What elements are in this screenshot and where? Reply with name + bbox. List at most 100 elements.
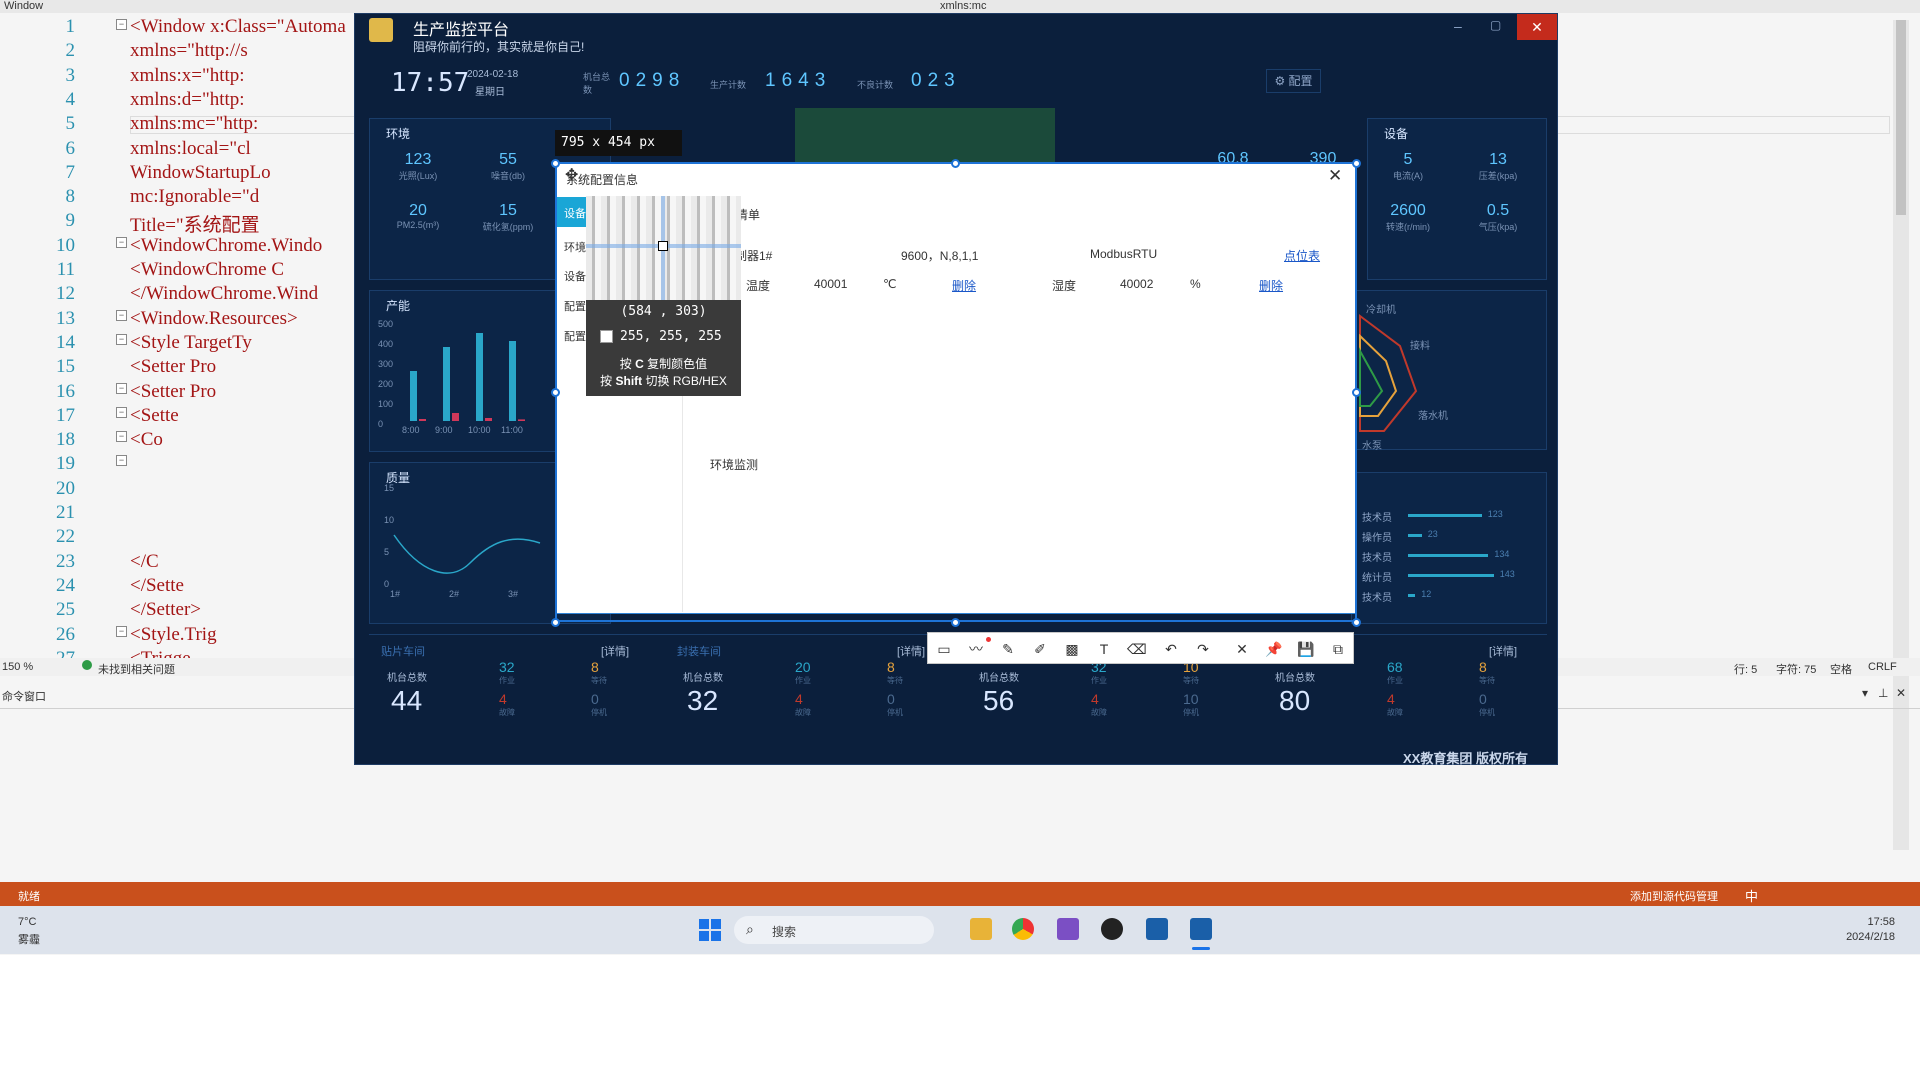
app-window-icon[interactable]: [1146, 918, 1168, 940]
rect-tool-icon[interactable]: ▭: [935, 640, 953, 658]
resize-handle[interactable]: [951, 159, 960, 168]
fold-toggle[interactable]: −: [116, 383, 127, 394]
code-line[interactable]: <Setter Pro: [130, 381, 216, 403]
point-table-link[interactable]: 点位表: [1284, 247, 1320, 264]
device-stat-air-pressure: 0.5 气压(kpa): [1478, 202, 1518, 232]
dialog-tab[interactable]: 环境: [564, 239, 586, 255]
editor-tab[interactable]: xmlns:mc: [940, 0, 986, 12]
code-line[interactable]: <WindowChrome.Windo: [130, 235, 322, 257]
command-window-title[interactable]: 命令窗口: [2, 688, 46, 704]
resize-handle[interactable]: [551, 159, 560, 168]
code-line[interactable]: <Window.Resources>: [130, 308, 298, 330]
code-line[interactable]: xmlns:mc="http:: [130, 113, 258, 135]
file-explorer-icon[interactable]: [970, 918, 992, 940]
app-window-active-icon[interactable]: [1190, 918, 1212, 940]
config-button[interactable]: ⚙ 配置: [1266, 69, 1321, 93]
fold-toggle[interactable]: −: [116, 407, 127, 418]
resize-handle[interactable]: [1352, 388, 1361, 397]
delete-point-link[interactable]: 删除: [1259, 277, 1283, 294]
start-icon[interactable]: [699, 919, 721, 941]
marker-tool-icon[interactable]: ✐: [1031, 640, 1049, 658]
workshop-detail-link[interactable]: [详情]: [897, 643, 925, 659]
line-number: 14: [56, 331, 75, 353]
pin-screenshot-icon[interactable]: 📌: [1265, 640, 1283, 658]
fold-toggle[interactable]: −: [116, 431, 127, 442]
resize-handle[interactable]: [951, 618, 960, 627]
weather-temp[interactable]: 7°C: [18, 916, 36, 928]
fold-toggle[interactable]: −: [116, 237, 127, 248]
qq-icon[interactable]: [1101, 918, 1123, 940]
code-line[interactable]: <WindowChrome C: [130, 259, 284, 281]
dialog-tab[interactable]: 配置: [564, 298, 586, 314]
eraser-tool-icon[interactable]: ⌫: [1127, 640, 1147, 658]
code-line[interactable]: </C: [130, 551, 159, 573]
close-window-button[interactable]: ✕: [1517, 14, 1557, 40]
code-line[interactable]: <Window x:Class="Automa: [130, 16, 346, 38]
text-tool-icon[interactable]: T: [1095, 640, 1113, 658]
fold-toggle[interactable]: −: [116, 334, 127, 345]
fold-toggle[interactable]: −: [116, 626, 127, 637]
workshop-stop-label: 停机: [1183, 708, 1199, 717]
ime-indicator[interactable]: 中: [1745, 886, 1758, 905]
zoom-level[interactable]: 150 %: [2, 661, 33, 673]
code-line[interactable]: <Style.Trig: [130, 624, 217, 646]
copy-icon[interactable]: ⧉: [1329, 640, 1347, 658]
code-line[interactable]: </WindowChrome.Wind: [130, 283, 318, 305]
code-line[interactable]: <Style TargetTy: [130, 332, 252, 354]
workshop-fault-label: 故障: [1387, 708, 1403, 717]
line-tool-icon[interactable]: 〰: [967, 640, 985, 658]
resize-handle[interactable]: [551, 618, 560, 627]
fold-toggle[interactable]: −: [116, 455, 127, 466]
delete-point-link[interactable]: 删除: [952, 277, 976, 294]
chrome-icon[interactable]: [1012, 918, 1034, 940]
workshop-detail-link[interactable]: [详情]: [1489, 643, 1517, 659]
fold-toggle[interactable]: −: [116, 310, 127, 321]
code-line[interactable]: </Sette: [130, 575, 184, 597]
code-line[interactable]: WindowStartupLo: [130, 162, 271, 184]
check-icon: [82, 660, 92, 670]
code-line[interactable]: <Sette: [130, 405, 179, 427]
code-line[interactable]: xmlns="http://s: [130, 40, 248, 62]
taskbar-search[interactable]: ⌕ 搜索: [734, 916, 934, 944]
weather-desc[interactable]: 雾霾: [18, 931, 40, 947]
cancel-icon[interactable]: ✕: [1233, 640, 1251, 658]
close-icon[interactable]: ✕: [1896, 686, 1906, 700]
code-line[interactable]: Title="系统配置: [130, 210, 260, 237]
dialog-tab[interactable]: 设备: [564, 268, 586, 284]
code-line[interactable]: xmlns:d="http:: [130, 89, 245, 111]
resize-handle[interactable]: [1352, 159, 1361, 168]
dropdown-icon[interactable]: ▾: [1862, 686, 1868, 700]
row-indicator: 行: 5: [1734, 664, 1758, 676]
issues-status[interactable]: 未找到相关问题: [98, 661, 175, 677]
maximize-icon[interactable]: ▢: [1490, 18, 1501, 32]
pen-tool-icon[interactable]: ✎: [999, 640, 1017, 658]
indent-indicator[interactable]: 空格: [1830, 661, 1852, 677]
undo-icon[interactable]: ↶: [1162, 640, 1180, 658]
redo-icon[interactable]: ↷: [1194, 640, 1212, 658]
minimize-icon[interactable]: –: [1454, 18, 1462, 34]
code-line[interactable]: xmlns:local="cl: [130, 138, 251, 160]
code-line[interactable]: </Setter>: [130, 599, 201, 621]
resize-handle[interactable]: [1352, 618, 1361, 627]
fold-toggle[interactable]: −: [116, 19, 127, 30]
workshop-work-label: 作业: [499, 676, 515, 685]
workshop-detail-link[interactable]: [详情]: [601, 643, 629, 659]
taskbar-date[interactable]: 2024/2/18: [1835, 931, 1895, 943]
line-number: 26: [56, 623, 75, 645]
taskbar-time[interactable]: 17:58: [1845, 916, 1895, 928]
code-line[interactable]: <Co: [130, 429, 163, 451]
save-icon[interactable]: 💾: [1297, 640, 1315, 658]
y-tick: 0: [384, 579, 389, 589]
mosaic-tool-icon[interactable]: ▩: [1063, 640, 1081, 658]
code-line[interactable]: xmlns:x="http:: [130, 65, 245, 87]
line-ending-indicator[interactable]: CRLF: [1868, 661, 1897, 673]
dialog-tab[interactable]: 配置: [564, 328, 586, 344]
pin-icon[interactable]: ⊥: [1878, 686, 1888, 700]
editor-scrollbar-thumb[interactable]: [1896, 20, 1906, 215]
resize-handle[interactable]: [551, 388, 560, 397]
code-line[interactable]: mc:Ignorable="d: [130, 186, 259, 208]
code-line[interactable]: <Setter Pro: [130, 356, 216, 378]
source-control-button[interactable]: 添加到源代码管理: [1630, 888, 1718, 904]
visual-studio-icon[interactable]: [1057, 918, 1079, 940]
dialog-close-icon[interactable]: ✕: [1328, 166, 1342, 186]
